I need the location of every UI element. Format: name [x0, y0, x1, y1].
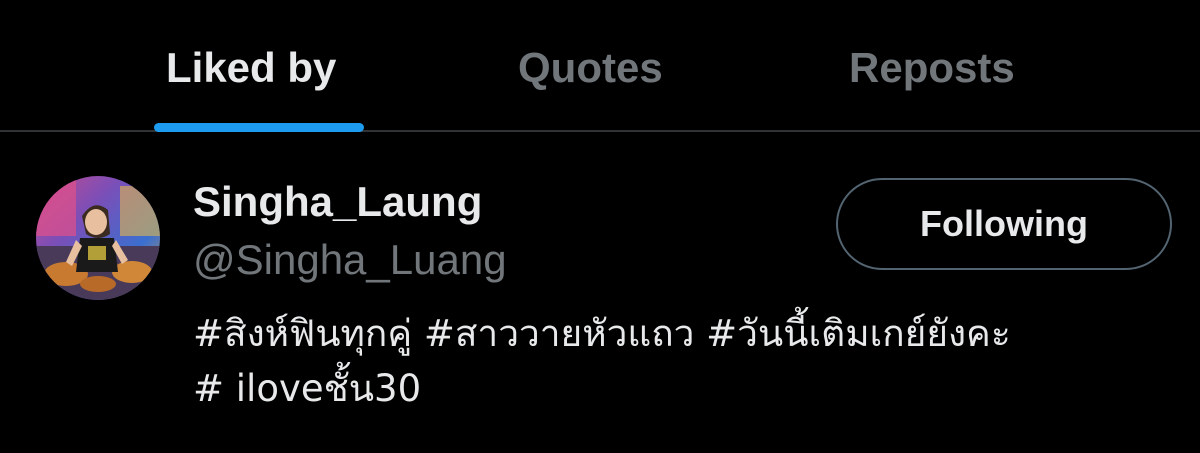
following-button[interactable]: Following — [836, 178, 1172, 270]
avatar[interactable] — [36, 176, 160, 300]
user-handle[interactable]: @Singha_Luang — [193, 234, 507, 286]
tab-reposts[interactable]: Reposts — [849, 40, 1015, 100]
display-name[interactable]: Singha_Laung — [193, 176, 482, 228]
tab-liked-by[interactable]: Liked by — [166, 40, 336, 100]
active-tab-indicator — [154, 123, 364, 132]
user-list-item[interactable]: Singha_Laung @Singha_Luang #สิงห์ฟินทุกค… — [0, 134, 1200, 453]
bio-line: # iloveชั้น30 — [193, 367, 422, 410]
user-bio: #สิงห์ฟินทุกคู่ #สาววายหัวแถว #วันนี้เติ… — [193, 306, 1183, 416]
tab-bar: Liked by Quotes Reposts — [0, 0, 1200, 132]
avatar-image — [36, 176, 160, 300]
tab-quotes[interactable]: Quotes — [518, 40, 663, 100]
bio-line: #สิงห์ฟินทุกคู่ #สาววายหัวแถว #วันนี้เติ… — [193, 312, 1011, 355]
